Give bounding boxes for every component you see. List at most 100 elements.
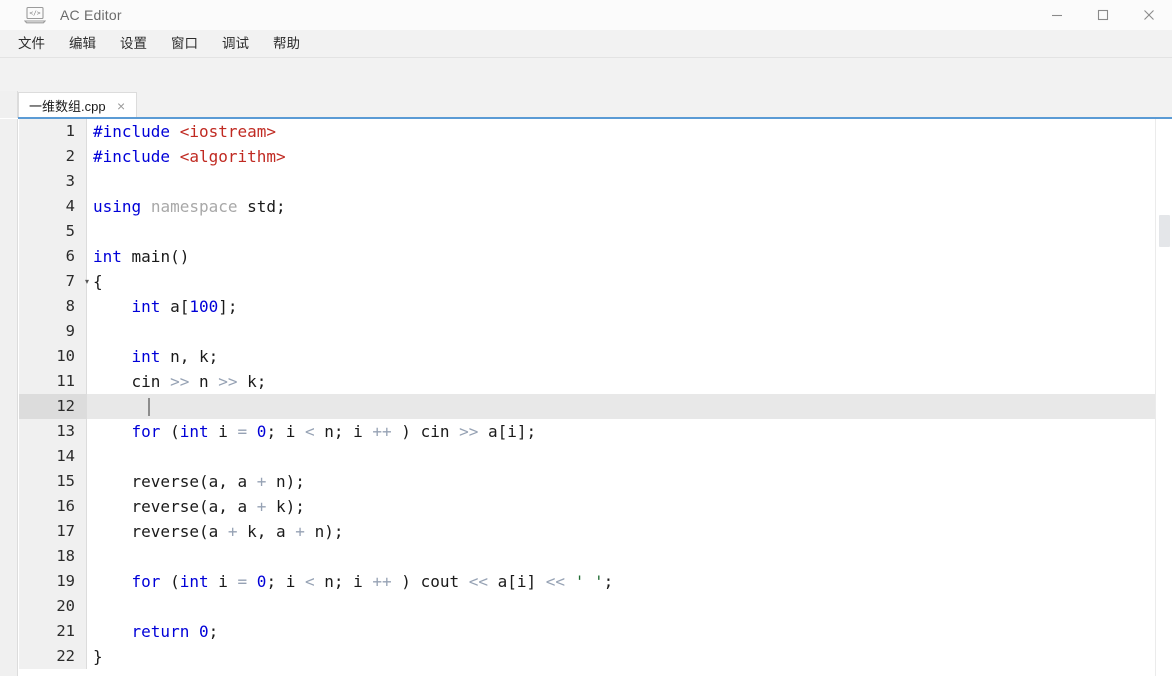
code-token: n); bbox=[304, 522, 344, 541]
code-text: using namespace std; bbox=[81, 194, 286, 219]
code-line[interactable]: 11 cin >> n >> k; bbox=[19, 369, 1155, 394]
code-text: int a[100]; bbox=[81, 294, 238, 319]
code-line[interactable]: 13 for (int i = 0; i < n; i ++ ) cin >> … bbox=[19, 419, 1155, 444]
code-token: ) cout bbox=[391, 572, 469, 591]
code-token: main() bbox=[121, 247, 190, 266]
line-number: 8 bbox=[65, 297, 75, 315]
code-line[interactable]: 21 return 0; bbox=[19, 619, 1155, 644]
code-token: = bbox=[237, 422, 248, 441]
code-line[interactable]: 22} bbox=[19, 644, 1155, 669]
svg-text:</>: </> bbox=[29, 10, 40, 17]
line-number: 6 bbox=[65, 247, 75, 265]
code-token: int bbox=[131, 347, 161, 366]
code-token: int bbox=[131, 297, 161, 316]
code-line[interactable]: 9 bbox=[19, 319, 1155, 344]
code-text: } bbox=[81, 644, 103, 669]
code-token: < bbox=[304, 422, 315, 441]
scrollbar-thumb[interactable] bbox=[1159, 215, 1170, 247]
code-line[interactable]: 8 int a[100]; bbox=[19, 294, 1155, 319]
code-token: n bbox=[189, 372, 219, 391]
maximize-button[interactable] bbox=[1080, 0, 1126, 30]
code-token: ++ bbox=[372, 572, 392, 591]
code-line[interactable]: 1 #include <iostream> bbox=[19, 119, 1155, 144]
menu-item-4[interactable]: 调试 bbox=[210, 30, 261, 58]
line-number: 5 bbox=[65, 222, 75, 240]
code-token: int bbox=[93, 247, 122, 266]
code-token: ( bbox=[160, 572, 180, 591]
code-line[interactable]: 2 #include <algorithm> bbox=[19, 144, 1155, 169]
code-text: #include <iostream> bbox=[81, 119, 276, 144]
window-title: AC Editor bbox=[60, 7, 122, 23]
code-token: << bbox=[545, 572, 566, 591]
vertical-scrollbar[interactable] bbox=[1155, 119, 1172, 676]
code-line[interactable]: 3 bbox=[19, 169, 1155, 194]
line-number: 1 bbox=[65, 122, 75, 140]
code-line[interactable]: 14 bbox=[19, 444, 1155, 469]
code-token: std; bbox=[237, 197, 286, 216]
code-line[interactable]: 7 ▾{ bbox=[19, 269, 1155, 294]
code-token: >> bbox=[170, 372, 190, 391]
code-token: ) cin bbox=[391, 422, 460, 441]
line-number: 3 bbox=[65, 172, 75, 190]
menu-item-3[interactable]: 窗口 bbox=[159, 30, 210, 58]
tab-close-icon[interactable]: × bbox=[115, 99, 128, 113]
minimize-button[interactable] bbox=[1034, 0, 1080, 30]
menu-item-5[interactable]: 帮助 bbox=[261, 30, 312, 58]
code-line[interactable]: 10 int n, k; bbox=[19, 344, 1155, 369]
title-bar: </> AC Editor bbox=[0, 0, 1172, 30]
code-line[interactable]: 12 bbox=[19, 394, 1155, 419]
code-token: reverse(a, a bbox=[93, 472, 257, 491]
code-token: #include bbox=[93, 147, 171, 166]
code-token: int bbox=[179, 572, 209, 591]
code-text: reverse(a, a + k); bbox=[81, 494, 305, 519]
line-number: 12 bbox=[56, 397, 75, 415]
code-line[interactable]: 16 reverse(a, a + k); bbox=[19, 494, 1155, 519]
menu-item-2[interactable]: 设置 bbox=[108, 30, 159, 58]
line-number: 4 bbox=[65, 197, 75, 215]
code-line[interactable]: 17 reverse(a + k, a + n); bbox=[19, 519, 1155, 544]
code-token: >> bbox=[218, 372, 238, 391]
code-text: { bbox=[81, 269, 103, 294]
code-token: n); bbox=[266, 472, 305, 491]
code-token: = bbox=[237, 572, 248, 591]
code-editor[interactable]: 1 #include <iostream> 2 #include <algorithm… bbox=[0, 119, 1172, 676]
menu-bar: 文件 编辑 设置 窗口 调试 帮助 bbox=[0, 30, 1172, 58]
line-number: 15 bbox=[56, 472, 75, 490]
line-number: 18 bbox=[56, 547, 75, 565]
code-token: i bbox=[208, 572, 238, 591]
code-line[interactable]: 15 reverse(a, a + n); bbox=[19, 469, 1155, 494]
text-caret bbox=[148, 398, 150, 416]
editor-window: </> AC Editor 文件 编辑 设置 窗口 调试 帮助 一维数组.cpp… bbox=[0, 0, 1172, 676]
code-token: n; i bbox=[314, 572, 373, 591]
line-number: 20 bbox=[56, 597, 75, 615]
code-lines-container[interactable]: 1 #include <iostream> 2 #include <algorithm… bbox=[19, 119, 1155, 676]
code-line[interactable]: 4 using namespace std; bbox=[19, 194, 1155, 219]
close-button[interactable] bbox=[1126, 0, 1172, 30]
menu-item-1[interactable]: 编辑 bbox=[57, 30, 108, 58]
tab-label: 一维数组.cpp bbox=[29, 99, 106, 114]
code-line[interactable]: 18 bbox=[19, 544, 1155, 569]
code-line[interactable]: 20 bbox=[19, 594, 1155, 619]
code-line[interactable]: 6 int main() bbox=[19, 244, 1155, 269]
code-token: < bbox=[304, 572, 315, 591]
code-token: cin bbox=[93, 372, 171, 391]
code-token: n, k; bbox=[160, 347, 219, 366]
code-token: << bbox=[468, 572, 488, 591]
code-token: + bbox=[256, 497, 267, 516]
tab-item-active[interactable]: 一维数组.cpp × bbox=[18, 92, 137, 118]
code-token: i bbox=[208, 422, 238, 441]
code-line[interactable]: 5 bbox=[19, 219, 1155, 244]
code-token: ( bbox=[160, 422, 180, 441]
code-token: k; bbox=[237, 372, 267, 391]
code-token: + bbox=[295, 522, 305, 541]
code-line[interactable]: 19 for (int i = 0; i < n; i ++ ) cout <<… bbox=[19, 569, 1155, 594]
code-token: for bbox=[131, 572, 161, 591]
line-number: 14 bbox=[56, 447, 75, 465]
menu-item-0[interactable]: 文件 bbox=[6, 30, 57, 58]
